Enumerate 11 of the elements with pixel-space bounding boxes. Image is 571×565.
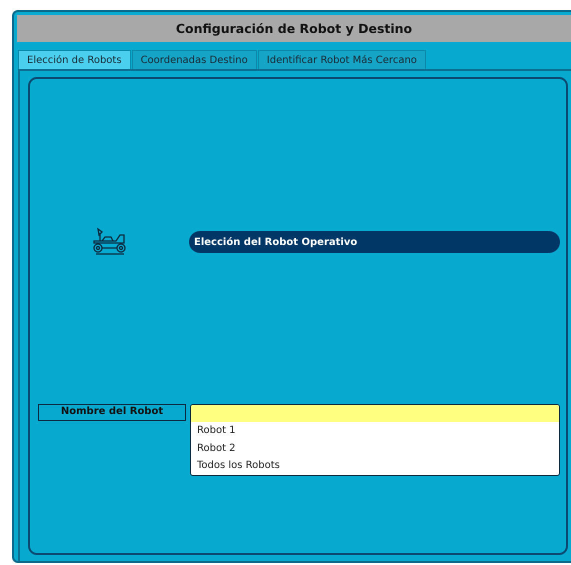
- dropdown-option[interactable]: Todos los Robots: [191, 457, 559, 474]
- field-label: Nombre del Robot: [38, 404, 186, 421]
- tab[interactable]: Coordenadas Destino: [132, 50, 257, 69]
- tab[interactable]: Identificar Robot Más Cercano: [258, 50, 426, 69]
- tab[interactable]: Elección de Robots: [18, 50, 131, 69]
- input-field[interactable]: [191, 405, 559, 422]
- dropdown-option[interactable]: Robot 1: [191, 422, 559, 440]
- robot-dropdown[interactable]: Robot 1 Robot 2 Todos los Robots: [190, 404, 560, 476]
- section-title: Elección del Robot Operativo: [194, 236, 358, 248]
- window-title: Configuración de Robot y Destino: [176, 21, 412, 36]
- dropdown-option[interactable]: Robot 2: [191, 440, 559, 457]
